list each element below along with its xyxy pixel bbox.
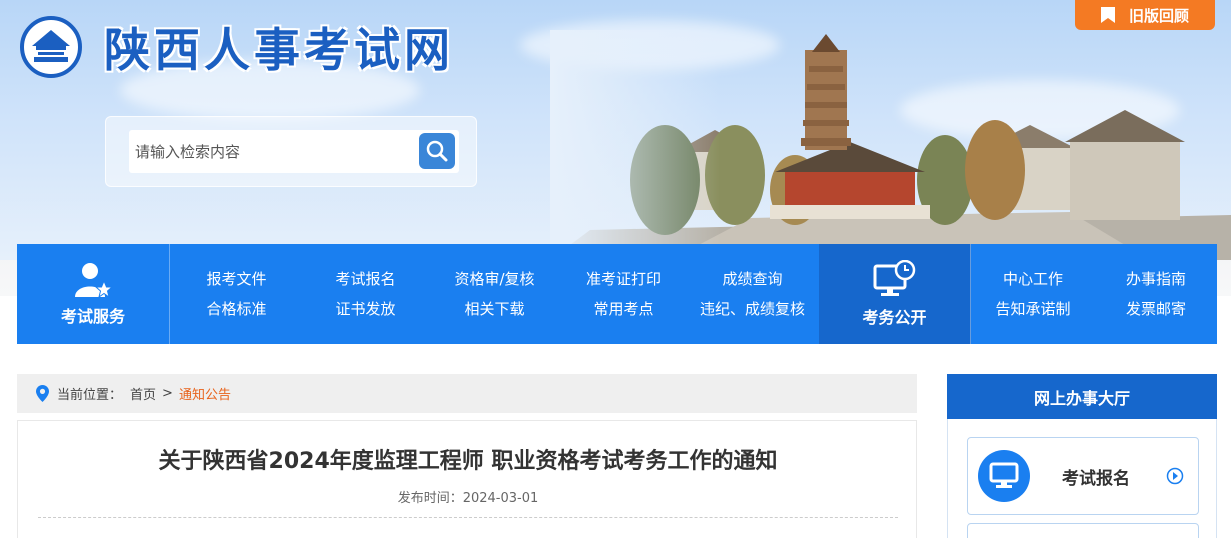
exam-registration-label: 考试报名	[1062, 468, 1130, 489]
nav-link[interactable]: 准考证打印	[559, 264, 688, 294]
monitor-icon-circle	[978, 450, 1030, 502]
search-icon	[426, 140, 448, 162]
search-input[interactable]	[129, 130, 459, 173]
monitor-icon	[989, 462, 1019, 488]
nav-link[interactable]: 中心工作	[971, 264, 1095, 294]
nav-link[interactable]: 资格审/复核	[430, 264, 559, 294]
nav-link[interactable]: 证书发放	[301, 294, 430, 324]
online-service-hall-panel: 考试报名	[947, 419, 1217, 538]
article-title: 关于陕西省2024年度监理工程师 职业资格考试考务工作的通知	[158, 449, 778, 474]
breadcrumb-prefix: 当前位置：	[57, 388, 123, 403]
user-star-icon	[75, 263, 113, 299]
breadcrumb-current[interactable]: 通知公告	[179, 384, 231, 403]
bookmark-icon	[1101, 7, 1115, 23]
pagoda-scene-image	[550, 30, 1231, 260]
location-pin-icon	[36, 385, 49, 402]
nav-right-links: 中心工作 办事指南 告知承诺制 发票邮寄	[971, 244, 1217, 344]
old-version-button[interactable]: 旧版回顾	[1075, 0, 1215, 30]
nav-link[interactable]: 常用考点	[559, 294, 688, 324]
nav-link[interactable]: 相关下载	[430, 294, 559, 324]
nav-exam-service[interactable]: 考试服务	[17, 244, 170, 344]
online-service-hall-header: 网上办事大厅	[947, 374, 1217, 419]
article-date: 发布时间：2024-03-01	[397, 491, 539, 506]
site-logo-icon	[20, 16, 82, 78]
nav-link[interactable]: 考试报名	[301, 264, 430, 294]
nav-link[interactable]: 办事指南	[1095, 264, 1217, 294]
nav-link[interactable]: 合格标准	[172, 294, 301, 324]
exam-registration-card[interactable]: 考试报名	[967, 437, 1199, 515]
nav-link[interactable]: 成绩查询	[688, 264, 817, 294]
nav-exam-affairs-label: 考务公开	[862, 308, 927, 327]
circle-arrow-right-icon	[1166, 467, 1184, 485]
search-button[interactable]	[419, 133, 455, 169]
monitor-clock-icon	[873, 260, 915, 296]
search-box	[105, 116, 477, 187]
nav-link[interactable]: 违纪、成绩复核	[688, 294, 817, 324]
breadcrumb-separator: >	[162, 386, 173, 401]
nav-link[interactable]: 发票邮寄	[1095, 294, 1217, 324]
service-card-next[interactable]	[967, 523, 1199, 538]
header-banner: 陕西人事考试网 旧版回顾	[0, 0, 1231, 260]
article-divider	[38, 517, 898, 518]
main-navbar: 考试服务 报考文件 考试报名 资格审/复核 准考证打印 成绩查询 合格标准 证书…	[17, 244, 1217, 344]
breadcrumb-home[interactable]: 首页	[130, 384, 156, 403]
nav-link[interactable]: 报考文件	[172, 264, 301, 294]
article-panel: 关于陕西省2024年度监理工程师 职业资格考试考务工作的通知 发布时间：2024…	[17, 420, 917, 538]
nav-links-grid: 报考文件 考试报名 资格审/复核 准考证打印 成绩查询 合格标准 证书发放 相关…	[170, 244, 819, 344]
old-version-label: 旧版回顾	[1129, 6, 1190, 25]
site-title[interactable]: 陕西人事考试网	[104, 14, 454, 80]
nav-link[interactable]: 告知承诺制	[971, 294, 1095, 324]
nav-exam-affairs[interactable]: 考务公开	[819, 244, 971, 344]
breadcrumb: 当前位置： 首页 > 通知公告	[17, 374, 917, 413]
nav-exam-service-label: 考试服务	[60, 307, 125, 326]
